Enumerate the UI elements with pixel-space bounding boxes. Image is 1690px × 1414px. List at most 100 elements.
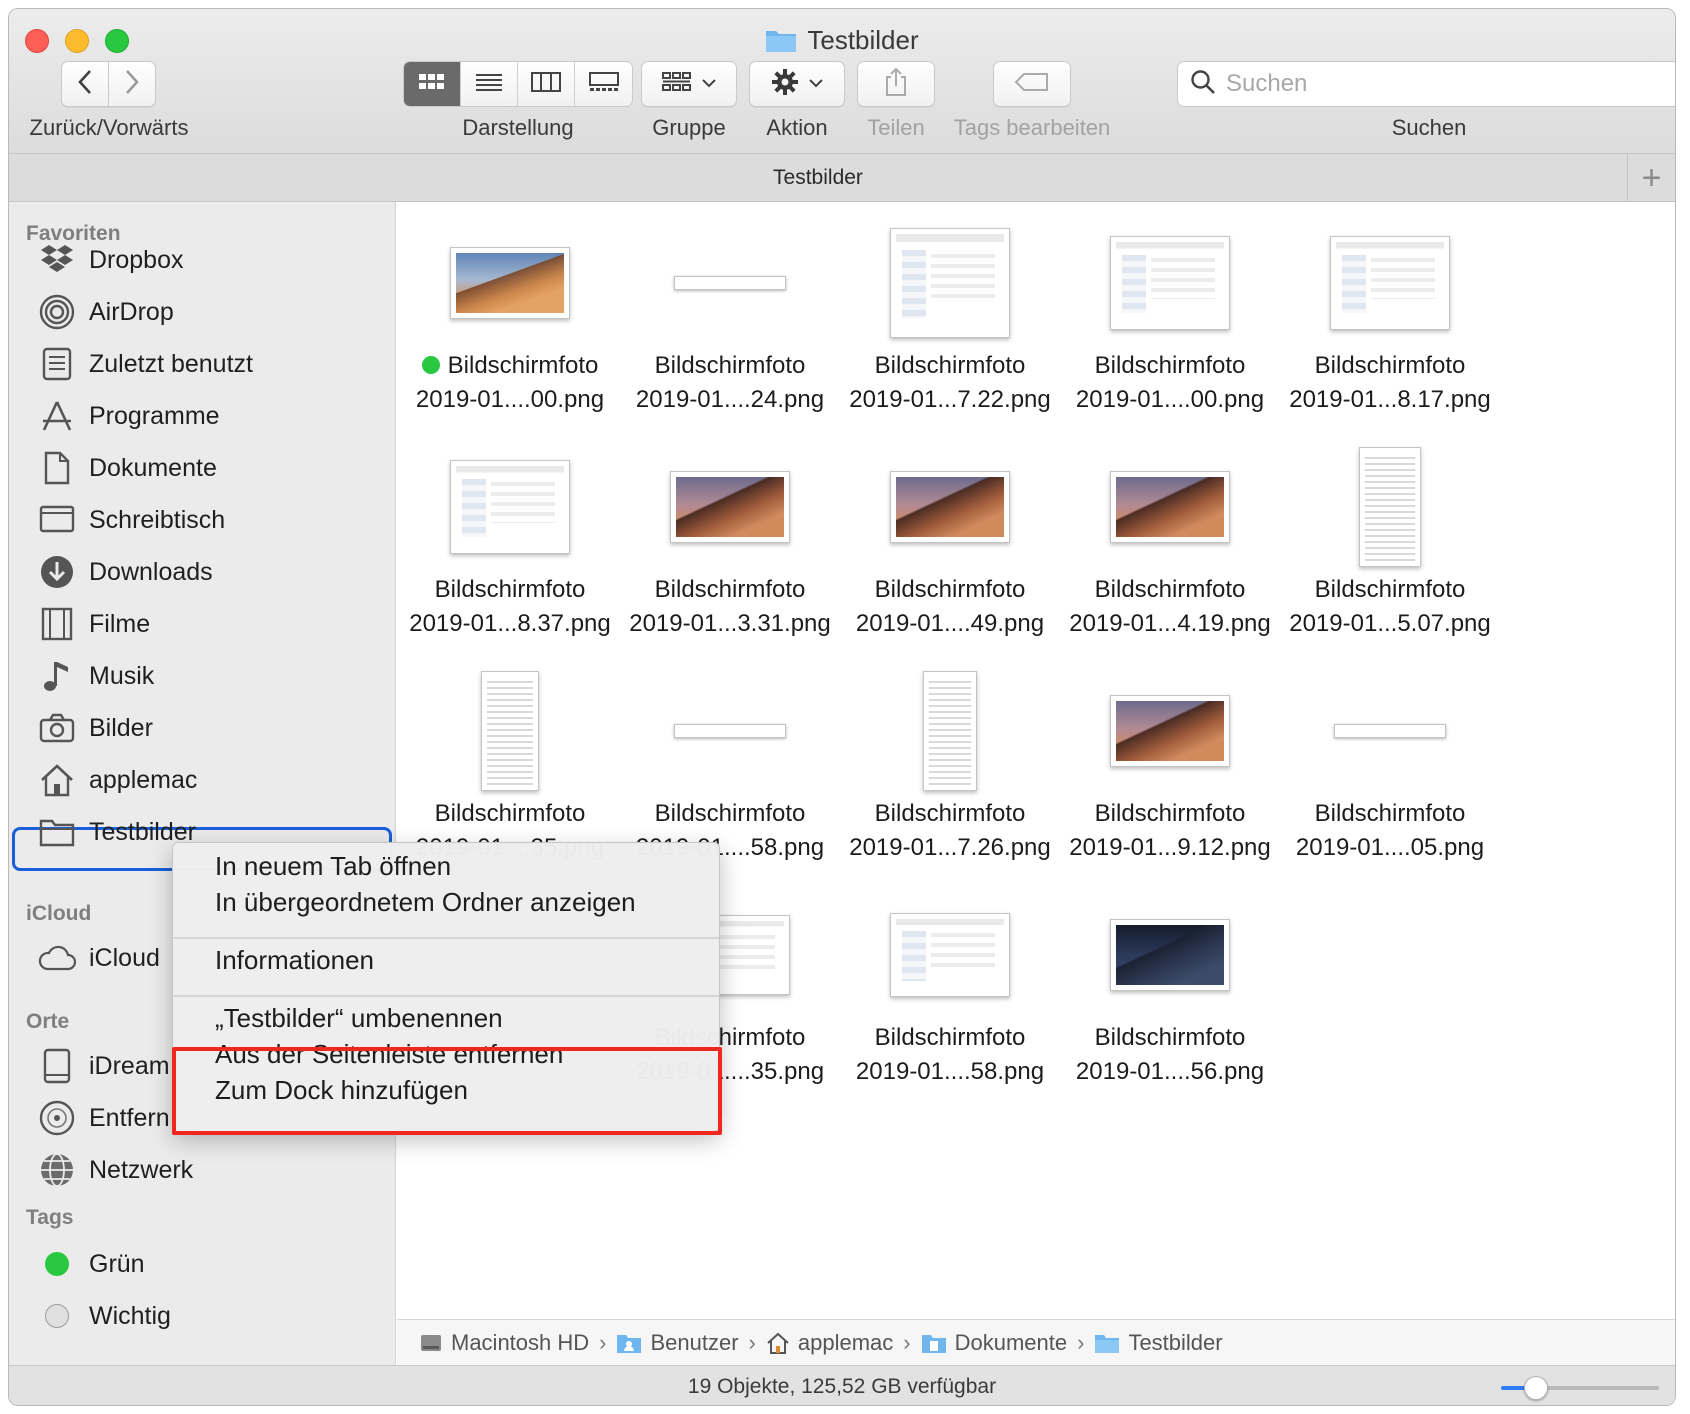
path-item-applemac[interactable]: applemac <box>766 1330 893 1356</box>
chevron-down-icon <box>702 75 716 93</box>
hard-drive-icon <box>419 1331 443 1355</box>
chevron-left-icon <box>77 69 93 100</box>
image-thumbnail <box>923 671 977 791</box>
gray-tag-dot-icon <box>37 1296 77 1336</box>
file-item[interactable]: Bildschirmfoto 2019-01...7.26.png <box>845 666 1055 864</box>
home-icon <box>37 760 77 800</box>
file-item[interactable]: Bildschirmfoto 2019-01....24.png <box>625 218 835 416</box>
sidebar-item-network[interactable]: Netzwerk <box>37 1148 193 1192</box>
sidebar-item-recents[interactable]: Zuletzt benutzt <box>37 342 253 386</box>
new-tab-button[interactable]: + <box>1627 154 1675 202</box>
sidebar-item-music[interactable]: Musik <box>37 654 154 698</box>
tags-label: Tags bearbeiten <box>953 115 1111 140</box>
sidebar: Favoriten Dropbox AirDrop Zuletzt benutz… <box>9 202 396 1365</box>
sidebar-tag-wichtig[interactable]: Wichtig <box>37 1294 171 1338</box>
image-thumbnail <box>450 460 570 554</box>
share-icon <box>884 67 908 102</box>
forward-button[interactable] <box>108 61 156 107</box>
sidebar-item-home[interactable]: applemac <box>37 758 197 802</box>
action-button[interactable] <box>749 61 845 107</box>
image-thumbnail <box>1334 724 1446 738</box>
group-button[interactable] <box>641 61 737 107</box>
group-grid-icon <box>662 71 692 97</box>
file-item[interactable]: Bildschirmfoto 2019-01....49.png <box>845 442 1055 640</box>
file-item[interactable]: Bildschirmfoto 2019-01...3.31.png <box>625 442 835 640</box>
folder-icon <box>1094 1332 1120 1354</box>
path-bar: Macintosh HD › Benutzer › applemac › Dok… <box>397 1319 1675 1365</box>
file-item[interactable]: Bildschirmfoto 2019-01....00.png <box>405 218 615 416</box>
sidebar-item-icloud[interactable]: iCloud <box>37 936 160 980</box>
grid-icon <box>418 72 446 97</box>
sidebar-item-remote-disc[interactable]: Entfern <box>37 1096 170 1140</box>
file-item[interactable]: Bildschirmfoto 2019-01...8.17.png <box>1285 218 1495 416</box>
file-item[interactable]: Bildschirmfoto 2019-01....58.png <box>845 890 1055 1088</box>
column-view-button[interactable] <box>518 62 575 106</box>
image-thumbnail <box>674 276 786 290</box>
menu-item-open-in-new-tab[interactable]: In neuem Tab öffnen <box>215 851 451 882</box>
menu-item-get-info[interactable]: Informationen <box>215 945 374 976</box>
menu-separator <box>173 995 719 997</box>
image-thumbnail <box>1110 919 1230 991</box>
movies-icon <box>37 604 77 644</box>
file-item[interactable]: Bildschirmfoto 2019-01...7.22.png <box>845 218 1055 416</box>
finder-window: Testbilder Zurück/Vorwärts Darstellung G… <box>8 8 1676 1406</box>
back-button[interactable] <box>61 61 109 107</box>
path-item-benutzer[interactable]: Benutzer <box>616 1330 739 1356</box>
file-item[interactable]: Bildschirmfoto 2019-01....00.png <box>1065 218 1275 416</box>
sidebar-item-dropbox[interactable]: Dropbox <box>37 238 184 282</box>
file-grid: Bildschirmfoto 2019-01....00.png Bildsch… <box>397 202 1675 1319</box>
folder-icon <box>37 812 77 852</box>
back-forward-label: Zurück/Vorwärts <box>29 115 189 140</box>
path-item-macintosh-hd[interactable]: Macintosh HD <box>419 1330 589 1356</box>
image-thumbnail <box>481 671 539 791</box>
sidebar-item-desktop[interactable]: Schreibtisch <box>37 498 225 542</box>
menu-item-rename[interactable]: „Testbilder“ umbenennen <box>215 1003 503 1034</box>
image-thumbnail <box>1330 236 1450 330</box>
path-item-dokumente[interactable]: Dokumente <box>921 1330 1067 1356</box>
sidebar-item-pictures[interactable]: Bilder <box>37 706 153 750</box>
gallery-icon <box>588 71 619 97</box>
file-item[interactable]: Bildschirmfoto 2019-01...5.07.png <box>1285 442 1495 640</box>
icon-size-slider[interactable] <box>1501 1376 1659 1400</box>
image-thumbnail <box>890 228 1010 338</box>
sidebar-item-documents[interactable]: Dokumente <box>37 446 217 490</box>
tab-testbilder[interactable]: Testbilder <box>9 166 1627 190</box>
chevron-down-icon <box>809 75 823 93</box>
sidebar-item-applications[interactable]: Programme <box>37 394 220 438</box>
camera-icon <box>37 708 77 748</box>
file-item[interactable]: Bildschirmfoto 2019-01....05.png <box>1285 666 1495 864</box>
sidebar-item-idream[interactable]: iDream <box>37 1044 170 1088</box>
window-title: Testbilder <box>9 25 1675 60</box>
list-view-button[interactable] <box>461 62 518 106</box>
file-item[interactable]: Bildschirmfoto 2019-01...4.19.png <box>1065 442 1275 640</box>
sidebar-tag-gruen[interactable]: Grün <box>37 1242 145 1286</box>
share-button[interactable] <box>857 61 935 107</box>
slider-knob[interactable] <box>1523 1376 1548 1400</box>
folder-icon <box>765 27 797 60</box>
sidebar-item-movies[interactable]: Filme <box>37 602 150 646</box>
file-item[interactable]: Bildschirmfoto 2019-01...9.12.png <box>1065 666 1275 864</box>
gallery-view-button[interactable] <box>575 62 632 106</box>
file-item[interactable]: Bildschirmfoto 2019-01...8.37.png <box>405 442 615 640</box>
image-thumbnail <box>1110 236 1230 330</box>
network-icon <box>37 1150 77 1190</box>
path-separator-icon: › <box>1077 1329 1085 1355</box>
sidebar-item-airdrop[interactable]: AirDrop <box>37 290 174 334</box>
sidebar-item-downloads[interactable]: Downloads <box>37 550 213 594</box>
file-item[interactable]: Bildschirmfoto 2019-01....56.png <box>1065 890 1275 1088</box>
path-item-testbilder[interactable]: Testbilder <box>1094 1330 1223 1356</box>
search-icon <box>1190 69 1216 100</box>
image-thumbnail <box>1359 447 1421 567</box>
file-item[interactable]: Bildschirmfoto 2019-01....58.png <box>625 666 835 864</box>
edit-tags-button[interactable] <box>993 61 1071 107</box>
view-mode-segmented[interactable] <box>403 61 633 107</box>
columns-icon <box>531 71 561 97</box>
dropbox-icon <box>37 240 77 280</box>
search-input[interactable]: Suchen <box>1177 61 1675 107</box>
places-header: Orte <box>26 1010 70 1033</box>
file-item[interactable]: Bildschirmfoto 2019-01....35.png <box>405 666 615 864</box>
search-label: Suchen <box>1391 115 1467 140</box>
toolbar: Testbilder Zurück/Vorwärts Darstellung G… <box>9 9 1675 154</box>
icon-view-button[interactable] <box>404 62 461 106</box>
menu-item-show-in-enclosing-folder[interactable]: In übergeordnetem Ordner anzeigen <box>215 887 636 918</box>
